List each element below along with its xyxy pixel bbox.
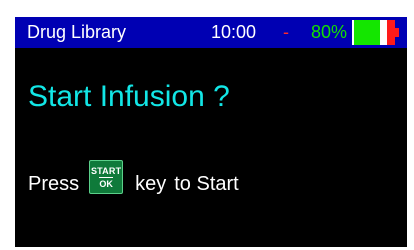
status-separator: -	[283, 22, 289, 42]
instruction-key-text: key	[135, 172, 167, 195]
battery-terminal	[395, 28, 399, 37]
clock-time: 10:00	[211, 22, 257, 42]
battery-low-segment	[387, 20, 395, 45]
battery-level-fill	[354, 20, 380, 45]
start-ok-key-icon: START OK	[89, 160, 124, 194]
battery-icon	[352, 20, 399, 45]
instruction-press-text: Press	[28, 172, 80, 195]
status-bar: Drug Library 10:00 - 80%	[15, 17, 407, 48]
start-infusion-prompt: Start Infusion ?	[28, 80, 230, 113]
key-icon-top-label: START	[90, 165, 122, 176]
screen-title: Drug Library	[27, 22, 127, 42]
start-instruction: Press START OK key to Start	[28, 160, 239, 204]
key-icon-bottom-label: OK	[99, 176, 113, 189]
battery-percent: 80%	[311, 22, 348, 42]
instruction-to-start-text: to Start	[174, 172, 239, 195]
infusion-pump-screen: Drug Library 10:00 - 80% Start Infusion …	[15, 17, 407, 247]
